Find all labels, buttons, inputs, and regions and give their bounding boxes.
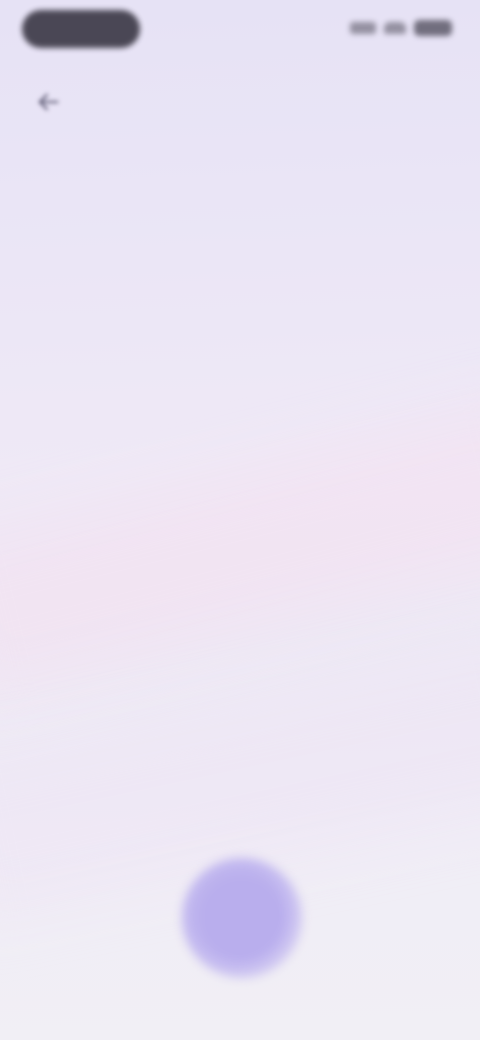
arrow-left-icon (38, 93, 59, 111)
signal-icon (350, 22, 376, 34)
back-button[interactable] (24, 78, 72, 126)
background-wash (0, 397, 480, 703)
wifi-icon (384, 22, 406, 34)
microphone-icon (198, 874, 286, 962)
microphone-button[interactable] (182, 858, 302, 978)
status-icons (350, 20, 452, 36)
status-time-pill (22, 10, 140, 48)
battery-icon (414, 20, 452, 36)
status-bar (0, 0, 480, 64)
